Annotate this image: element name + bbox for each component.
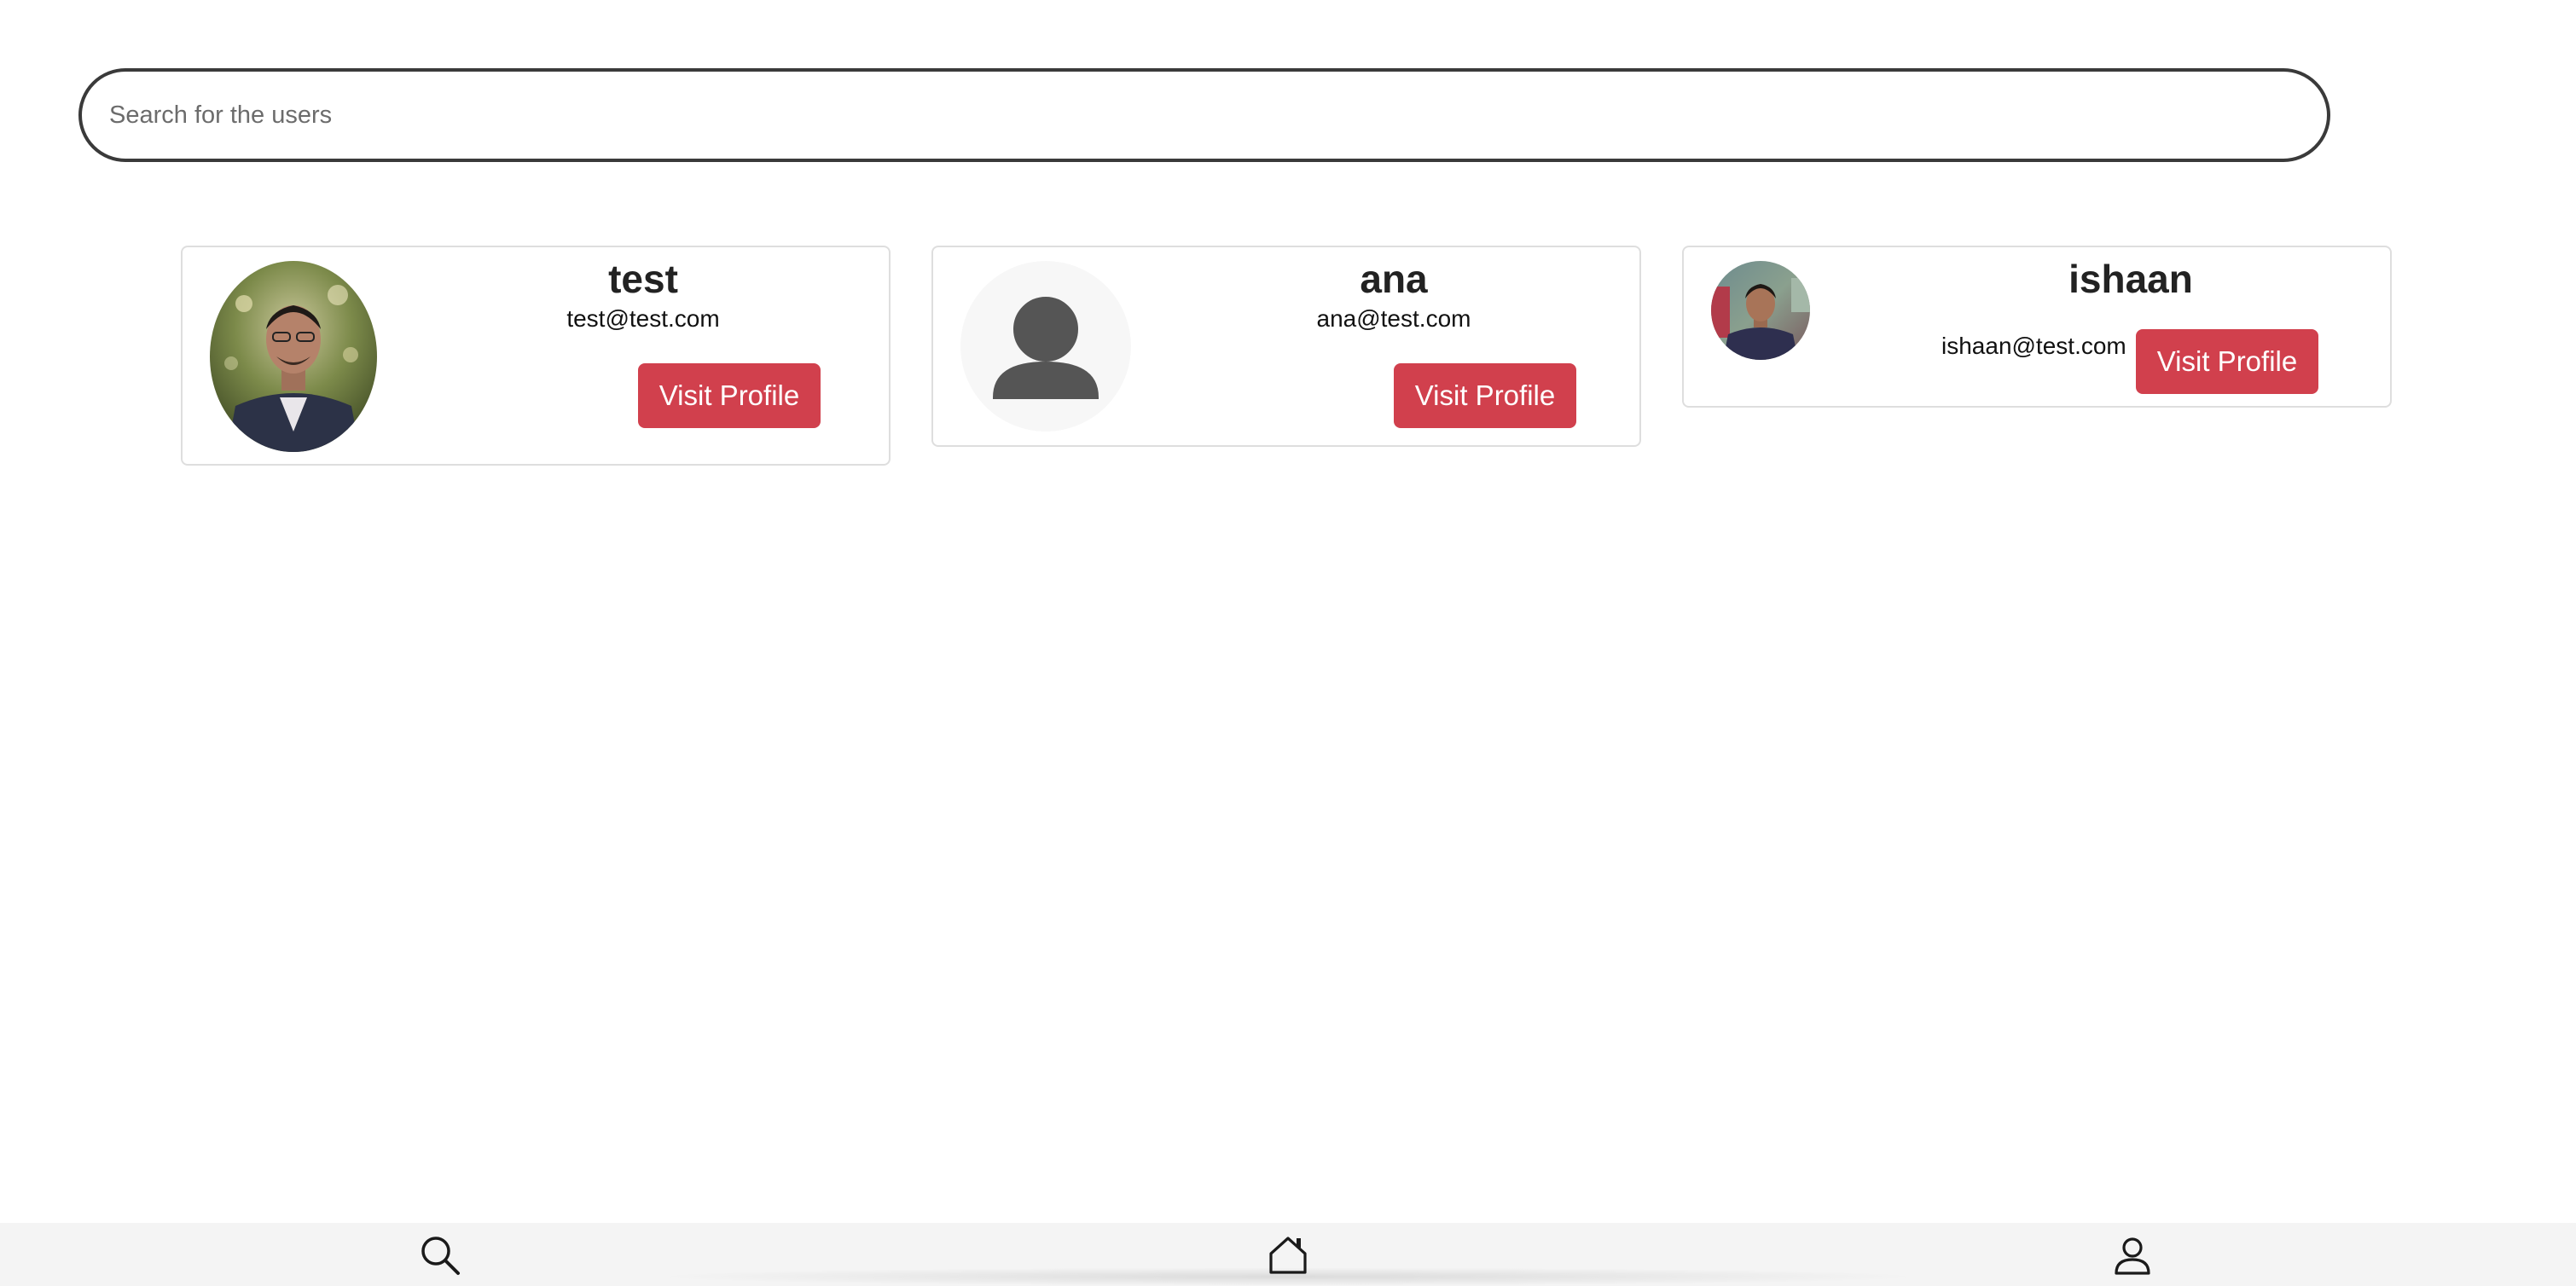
user-name: ana [1360,257,1428,301]
visit-profile-button[interactable]: Visit Profile [638,363,821,428]
user-card: test test@test.com Visit Profile [181,246,891,466]
visit-profile-button[interactable]: Visit Profile [2136,329,2318,394]
user-name: ishaan [2068,257,2193,301]
user-card: ana ana@test.com Visit Profile [931,246,1641,447]
profile-icon[interactable] [2110,1233,2155,1277]
user-card: ishaan ishaan@test.com Visit Profile [1682,246,2392,408]
search-icon[interactable] [418,1233,462,1277]
search-bar [78,68,2330,162]
user-avatar [210,261,377,452]
default-user-avatar [960,261,1131,432]
home-icon[interactable] [1266,1233,1310,1277]
search-input[interactable] [78,68,2330,162]
visit-profile-button[interactable]: Visit Profile [1394,363,1576,428]
user-name: test [608,257,678,301]
user-email: ana@test.com [1316,305,1471,332]
user-avatar [1711,261,1810,360]
bottom-nav [0,1223,2576,1286]
user-email: test@test.com [566,305,720,332]
user-email: ishaan@test.com [1941,333,2126,359]
